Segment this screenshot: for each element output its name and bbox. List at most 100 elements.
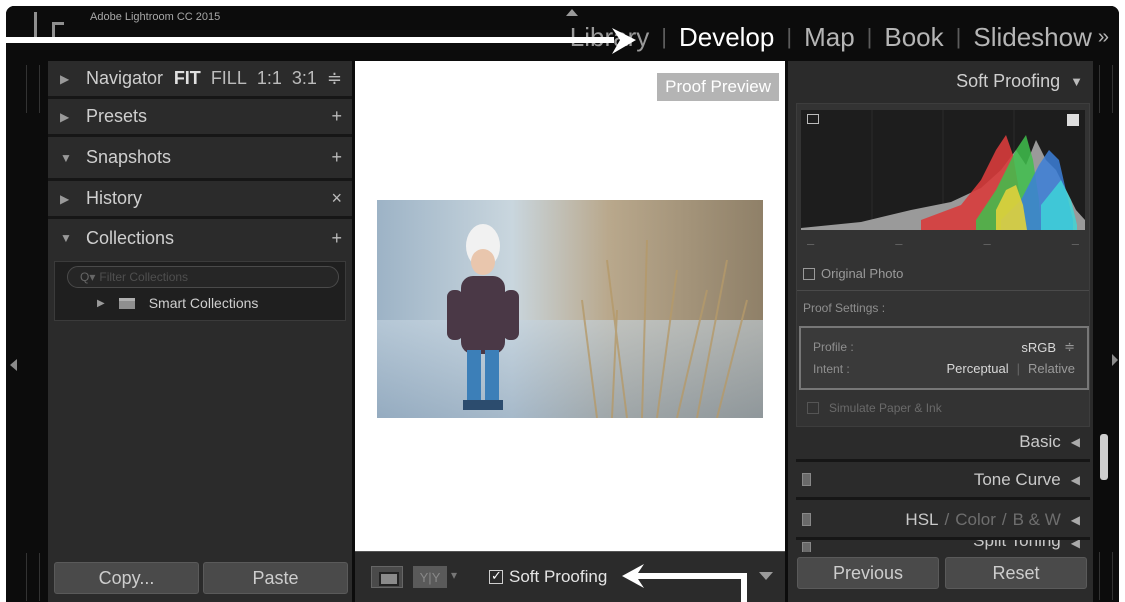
simulate-paper-label: Simulate Paper & Ink [829,401,942,415]
histogram-markers: – – – – [801,236,1085,251]
original-photo-checkbox[interactable] [803,267,815,280]
presets-label: Presets [86,106,148,126]
left-button-bar: Copy... Paste [48,556,352,602]
snapshots-label: Snapshots [86,147,172,167]
collections-list: Q▾ Filter Collections ▶ Smart Collection… [54,261,346,321]
expand-icon: ▶ [97,297,105,309]
intent-perceptual[interactable]: Perceptual [946,361,1008,376]
proof-preview-label: Proof Preview [657,73,779,101]
hsl-tab[interactable]: HSL [905,510,938,530]
soft-proofing-checkbox[interactable] [489,568,503,584]
paste-button[interactable]: Paste [203,562,348,594]
bw-tab[interactable]: B & W [1013,510,1061,530]
zoom-3-1[interactable]: 3:1 [292,68,317,89]
right-panel-scrollbar[interactable] [1100,434,1108,480]
profile-value: sRGB [1021,339,1057,355]
soft-proofing-label: Soft Proofing [509,567,608,586]
original-photo-toggle[interactable]: Original Photo [803,266,903,281]
section-switch-icon[interactable] [802,542,811,552]
histogram-graph [801,110,1085,230]
reset-button[interactable]: Reset [945,557,1087,589]
module-map[interactable]: Map [802,22,857,53]
module-separator: | [866,24,873,49]
histogram-marker: – [807,236,815,251]
search-icon: Q▾ [80,270,96,284]
intent-options: Perceptual | Relative [946,361,1075,376]
simulate-paper-checkbox[interactable] [807,402,819,414]
basic-label: Basic [1019,432,1061,451]
soft-proofing-header[interactable]: Soft Proofing ▼ [788,61,1093,101]
divider [797,290,1089,291]
collapse-icon: ▼ [60,150,72,165]
tone-curve-section-header[interactable]: Tone Curve ◀ [796,465,1090,495]
zoom-fit[interactable]: FIT [174,68,201,89]
module-book[interactable]: Book [882,22,945,53]
add-preset-icon[interactable]: + [331,99,342,134]
collapse-left-panel-icon[interactable] [10,359,17,371]
intent-relative[interactable]: Relative [1028,361,1075,376]
before-after-icon[interactable]: Y|Y [413,566,447,588]
section-switch-icon[interactable] [802,513,811,526]
add-snapshot-icon[interactable]: + [331,137,342,178]
annotation-arrow-bottom [622,564,747,602]
navigator-header[interactable]: ▶ Navigator FIT FILL 1:1 3:1 ≑ [48,61,352,99]
snapshots-header[interactable]: ▼ Snapshots + [48,137,352,181]
module-develop[interactable]: Develop [677,22,776,53]
profile-select[interactable]: sRGB ≑ [1021,339,1075,355]
filter-collections-input[interactable]: Q▾ Filter Collections [67,266,339,288]
module-slideshow[interactable]: Slideshow [971,22,1094,53]
highlight-clipping-icon[interactable] [1067,114,1079,126]
collapse-top-panel-icon[interactable] [566,9,578,16]
zoom-fill[interactable]: FILL [211,68,247,89]
simulate-paper-toggle[interactable]: Simulate Paper & Ink [807,401,942,415]
collection-set-icon [118,297,135,309]
navigator-label: Navigator [86,68,164,88]
zoom-1-1[interactable]: 1:1 [257,68,282,89]
collapse-right-panel-icon[interactable] [1112,354,1118,366]
shadow-clipping-icon[interactable] [807,114,819,124]
basic-section-header[interactable]: Basic ◀ [796,427,1090,457]
left-edge [6,61,46,602]
panel-grip-icon[interactable] [26,553,40,601]
collapse-icon: ▼ [1070,73,1083,89]
module-separator: | [955,24,962,49]
annotation-arrow-top [0,28,636,54]
image-view: Proof Preview [355,61,785,551]
expand-icon: ▶ [60,71,70,86]
zoom-stepper-icon[interactable]: ≑ [327,68,342,89]
presets-header[interactable]: ▶ Presets + [48,99,352,137]
history-header[interactable]: ▶ History × [48,181,352,219]
panel-grip-icon[interactable] [1099,65,1113,113]
split-toning-section-header[interactable]: Split Toning ◀ [796,540,1090,552]
expand-icon: ◀ [1070,540,1080,550]
expand-icon: ◀ [1070,435,1080,449]
right-button-bar: Previous Reset [788,552,1093,602]
tab-separator: / [1001,510,1007,529]
soft-proofing-toggle[interactable]: Soft Proofing [489,566,607,588]
soft-proofing-title: Soft Proofing [956,70,1061,91]
panel-grip-icon[interactable] [26,65,40,113]
more-modules-icon[interactable]: » [1098,26,1109,49]
smart-collections-item[interactable]: ▶ Smart Collections [97,295,258,311]
copy-button[interactable]: Copy... [54,562,199,594]
loupe-view-icon[interactable] [371,566,403,588]
proof-settings-label: Proof Settings : [803,301,886,315]
collections-header[interactable]: ▼ Collections + [48,219,352,257]
expand-icon: ▶ [60,191,70,206]
module-separator: | [661,24,667,49]
clear-history-icon[interactable]: × [331,181,342,216]
view-options-dropdown-icon[interactable]: ▾ [451,568,457,582]
section-switch-icon[interactable] [802,473,811,486]
expand-icon: ◀ [1070,513,1080,527]
tone-curve-label: Tone Curve [973,470,1061,489]
original-photo-label: Original Photo [821,266,904,281]
color-tab[interactable]: Color [955,510,996,530]
profile-label: Profile : [813,340,854,354]
previous-button[interactable]: Previous [797,557,939,589]
filter-placeholder: Filter Collections [99,270,189,284]
panel-grip-icon[interactable] [1099,552,1113,600]
toolbar-menu-icon[interactable] [759,572,773,580]
tab-separator: / [944,510,950,529]
hsl-section-header[interactable]: HSL / Color / B & W ◀ [796,505,1090,535]
add-collection-icon[interactable]: + [331,219,342,257]
